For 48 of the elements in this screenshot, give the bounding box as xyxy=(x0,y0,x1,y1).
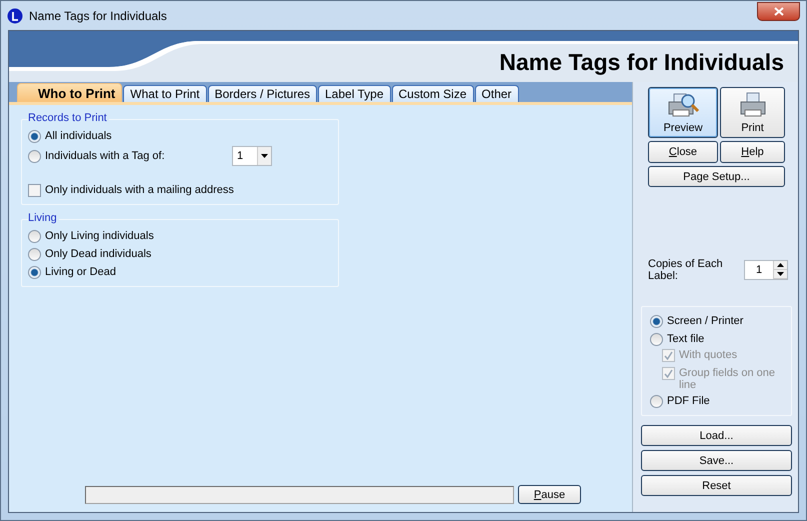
load-button[interactable]: Load... xyxy=(641,425,792,446)
close-icon xyxy=(774,7,784,16)
radio-button[interactable] xyxy=(650,314,663,328)
pause-button[interactable]: Pause xyxy=(518,485,581,504)
tab[interactable]: Label Type xyxy=(318,85,390,102)
option-label: Only individuals with a mailing address xyxy=(45,184,234,196)
option-label: Living or Dead xyxy=(45,266,116,278)
tab[interactable]: Custom Size xyxy=(392,85,474,102)
reset-button[interactable]: Reset xyxy=(641,475,792,496)
tab[interactable]: What to Print xyxy=(123,85,207,102)
tab[interactable]: Other xyxy=(474,85,519,102)
save-button[interactable]: Save... xyxy=(641,450,792,471)
app-logo-icon xyxy=(7,8,23,24)
copies-label: Copies of Each Label: xyxy=(648,258,724,282)
option-label: Group fields on one line xyxy=(679,367,776,391)
tab[interactable]: Borders / Pictures xyxy=(208,85,317,102)
radio-button[interactable] xyxy=(28,266,41,278)
option-label: Individuals with a Tag of: xyxy=(45,150,165,162)
option-label: With quotes xyxy=(679,349,738,361)
tab[interactable]: Who to Print xyxy=(17,83,122,102)
help-button[interactable]: Help xyxy=(720,141,785,163)
option-label: Screen / Printer xyxy=(667,315,744,327)
checkbox[interactable] xyxy=(28,184,41,196)
page-setup-button[interactable]: Page Setup... xyxy=(648,166,785,187)
header-title: Name Tags for Individuals xyxy=(499,49,784,76)
radio-button[interactable] xyxy=(28,230,41,242)
close-dialog-button[interactable]: Close xyxy=(648,141,718,163)
down-arrow-icon xyxy=(261,154,268,158)
radio-button[interactable] xyxy=(650,394,663,408)
option-label: PDF File xyxy=(667,395,710,407)
down-arrow-icon xyxy=(777,272,784,276)
copies-spinner[interactable]: 1 xyxy=(744,260,788,280)
radio-button[interactable] xyxy=(28,130,41,142)
option-label: Only Dead individuals xyxy=(45,248,152,260)
radio-button[interactable] xyxy=(28,248,41,260)
radio-button[interactable] xyxy=(650,332,663,346)
tag-dropdown[interactable]: 1 xyxy=(232,146,272,166)
group-title: Records to Print xyxy=(28,112,109,124)
group-title: Living xyxy=(28,212,59,224)
close-button[interactable] xyxy=(757,2,800,21)
preview-button[interactable]: Preview xyxy=(648,87,718,138)
option-label: Text file xyxy=(667,333,704,345)
option-label: Only Living individuals xyxy=(45,230,154,242)
option-label: All individuals xyxy=(45,130,112,142)
up-arrow-icon xyxy=(777,263,784,267)
window-title: Name Tags for Individuals xyxy=(29,8,168,22)
print-button[interactable]: Print xyxy=(720,87,785,138)
radio-button[interactable] xyxy=(28,150,41,162)
